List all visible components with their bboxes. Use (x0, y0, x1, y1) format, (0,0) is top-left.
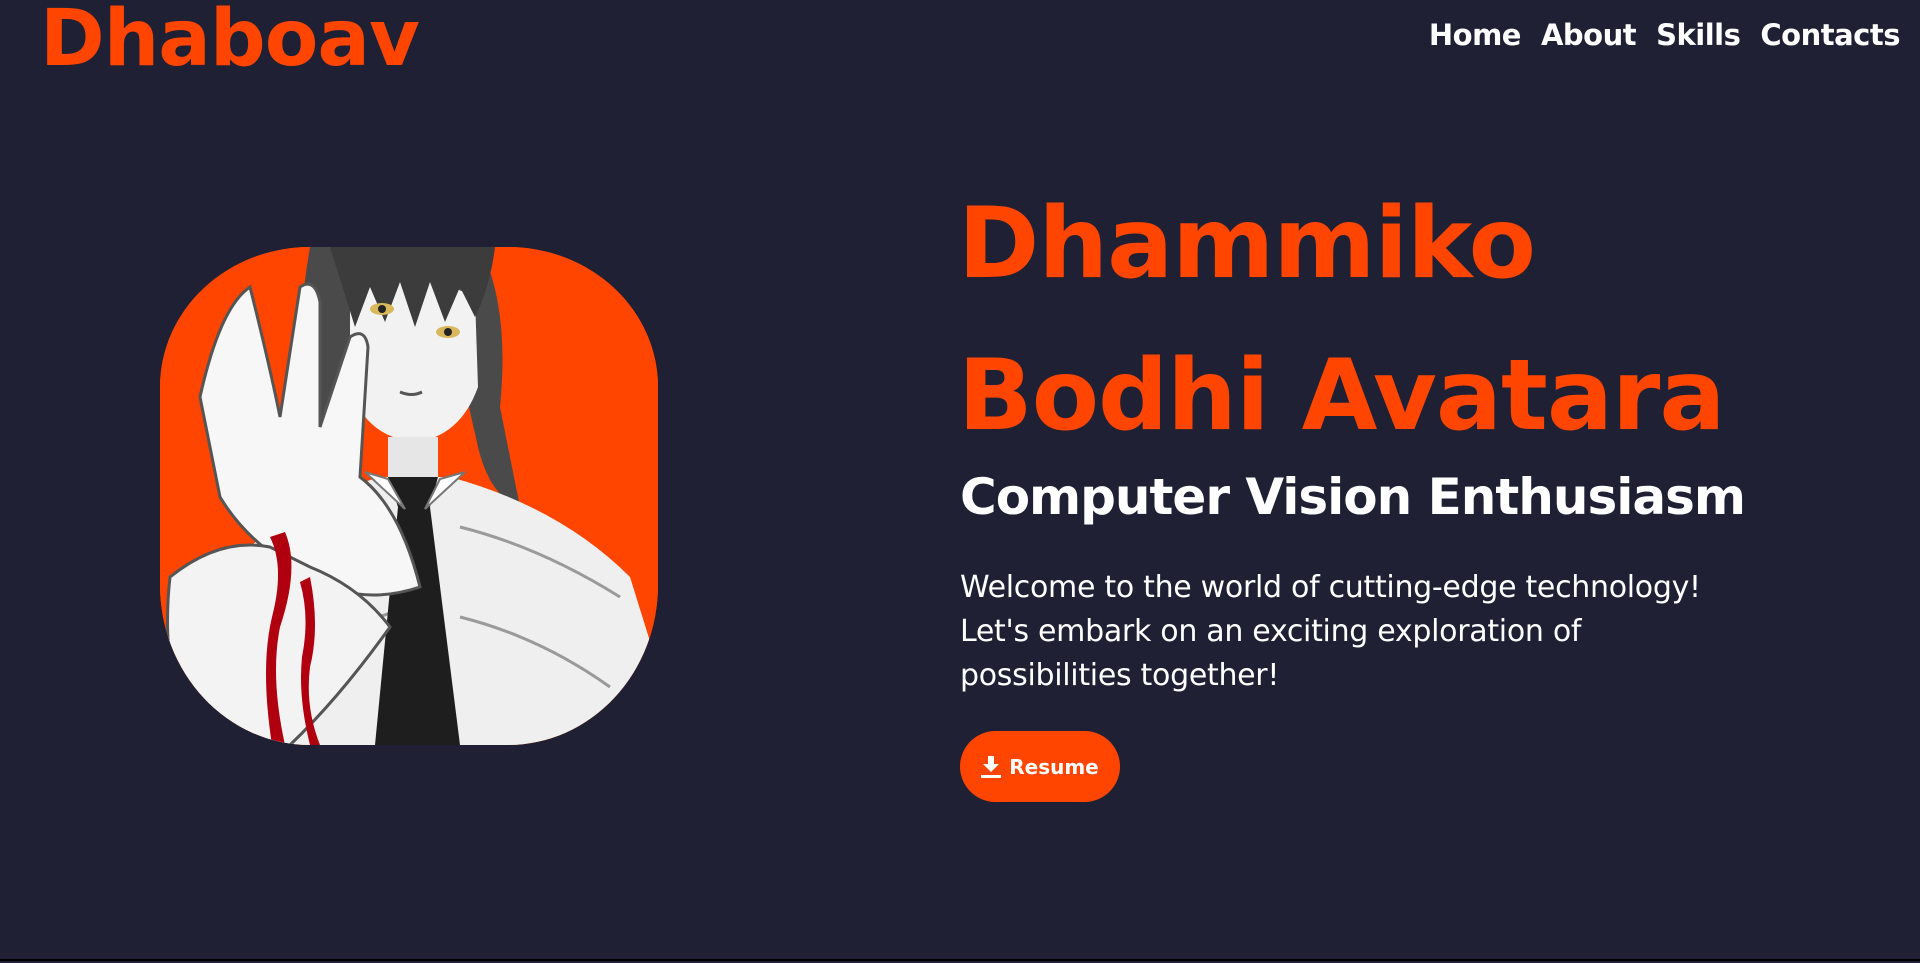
hero-name-line1: Dhammiko (958, 187, 1536, 301)
hero-name-line2: Bodhi Avatara (958, 339, 1725, 453)
download-icon (981, 755, 1002, 778)
nav-skills[interactable]: Skills (1656, 18, 1741, 52)
bottom-divider (0, 959, 1920, 961)
site-logo[interactable]: Dhaboav (40, 0, 420, 84)
page: Dhaboav Home About Skills Contacts Dhamm… (0, 0, 1920, 963)
main-nav: Home About Skills Contacts (1429, 18, 1901, 52)
resume-button-label: Resume (1009, 754, 1099, 779)
welcome-line-2: Let's embark on an exciting exploration … (960, 614, 1582, 649)
welcome-line-1: Welcome to the world of cutting-edge tec… (960, 570, 1701, 605)
welcome-line-3: possibilities together! (960, 658, 1280, 693)
resume-button[interactable]: Resume (960, 731, 1120, 802)
hero-welcome-text: Welcome to the world of cutting-edge tec… (960, 566, 1750, 698)
nav-contacts[interactable]: Contacts (1760, 18, 1900, 52)
profile-image (160, 247, 658, 745)
nav-home[interactable]: Home (1429, 18, 1522, 52)
nav-about[interactable]: About (1541, 18, 1637, 52)
hero-name: Dhammiko Bodhi Avatara (958, 168, 1725, 472)
hero-subtitle: Computer Vision Enthusiasm (960, 468, 1746, 526)
